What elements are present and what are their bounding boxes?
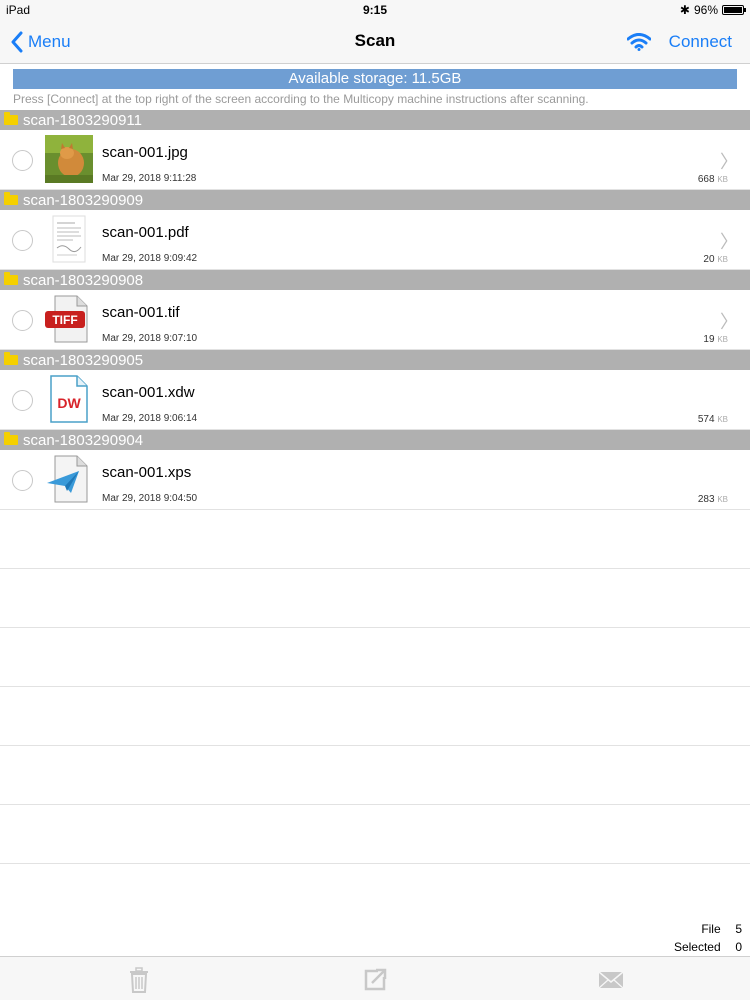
empty-row xyxy=(0,746,750,805)
selected-count-row: Selected 0 xyxy=(673,940,742,954)
select-radio[interactable] xyxy=(12,150,33,171)
select-radio[interactable] xyxy=(12,470,33,491)
wifi-icon xyxy=(626,33,651,51)
file-date: Mar 29, 2018 9:04:50 xyxy=(102,493,198,504)
empty-row xyxy=(0,569,750,628)
photo-thumbnail xyxy=(45,135,93,183)
select-radio[interactable] xyxy=(12,390,33,411)
navigation-bar: Menu Scan Connect xyxy=(0,20,750,64)
folder-icon xyxy=(4,192,18,205)
folder-header: scan-1803290904 xyxy=(0,430,750,450)
file-size: 283 KB xyxy=(697,494,728,505)
file-count-row: File 5 xyxy=(701,922,742,936)
bottom-toolbar xyxy=(0,956,750,1000)
connect-label: Connect xyxy=(668,32,732,51)
status-right: ✱ 96% xyxy=(679,3,746,17)
available-storage-bar: Available storage: 11.5GB xyxy=(13,69,737,89)
empty-row xyxy=(0,628,750,687)
file-counts: File 5 Selected 0 xyxy=(674,920,742,956)
chevron-right-icon[interactable]: 〉 xyxy=(720,148,738,174)
select-radio[interactable] xyxy=(12,310,33,331)
file-row[interactable]: scan-001.xps Mar 29, 2018 9:04:50 283 KB xyxy=(0,450,750,510)
xps-file-icon xyxy=(47,455,88,503)
select-radio[interactable] xyxy=(12,230,33,251)
folder-name: scan-1803290911 xyxy=(23,111,142,129)
folder-header: scan-1803290911 xyxy=(0,110,750,130)
file-size: 19 KB xyxy=(703,334,728,345)
pdf-thumbnail xyxy=(52,215,86,263)
file-name: scan-001.jpg xyxy=(102,144,188,161)
folder-icon xyxy=(4,432,18,445)
file-row[interactable]: DW scan-001.xdw Mar 29, 2018 9:06:14 574… xyxy=(0,370,750,430)
file-date: Mar 29, 2018 9:09:42 xyxy=(102,253,198,264)
mail-icon[interactable] xyxy=(598,967,624,993)
folder-icon xyxy=(4,272,18,285)
battery-percent: 96% xyxy=(693,3,718,17)
file-name: scan-001.xps xyxy=(102,464,192,481)
bluetooth-icon: ✱ xyxy=(679,3,690,17)
docuworks-file-icon: DW xyxy=(50,375,88,423)
tiff-badge-text: TIFF xyxy=(52,313,77,327)
empty-row xyxy=(0,510,750,569)
folder-name: scan-1803290909 xyxy=(23,191,144,209)
file-size: 668 KB xyxy=(697,174,728,185)
status-bar: iPad 9:15 ✱ 96% xyxy=(0,0,750,20)
file-size: 574 KB xyxy=(697,414,728,425)
folder-icon xyxy=(4,352,18,365)
file-date: Mar 29, 2018 9:06:14 xyxy=(102,413,198,424)
folder-header: scan-1803290908 xyxy=(0,270,750,290)
file-date: Mar 29, 2018 9:07:10 xyxy=(102,333,198,344)
file-size: 20 KB xyxy=(703,254,728,265)
battery-icon xyxy=(722,5,746,15)
share-icon[interactable] xyxy=(362,967,388,993)
folder-header: scan-1803290905 xyxy=(0,350,750,370)
file-row[interactable]: TIFF scan-001.tif Mar 29, 2018 9:07:10 1… xyxy=(0,290,750,350)
empty-row xyxy=(0,805,750,864)
file-date: Mar 29, 2018 9:11:28 xyxy=(102,173,197,184)
scan-file-list: scan-1803290911 scan-001.jpg Mar 29, 201… xyxy=(0,110,750,864)
file-row[interactable]: scan-001.jpg Mar 29, 2018 9:11:28 668 KB… xyxy=(0,130,750,190)
trash-icon[interactable] xyxy=(126,967,152,993)
folder-name: scan-1803290905 xyxy=(23,351,144,369)
file-name: scan-001.xdw xyxy=(102,384,195,401)
folder-name: scan-1803290904 xyxy=(23,431,144,449)
file-row[interactable]: scan-001.pdf Mar 29, 2018 9:09:42 20 KB … xyxy=(0,210,750,270)
clock: 9:15 xyxy=(362,3,388,17)
folder-name: scan-1803290908 xyxy=(23,271,144,289)
tiff-file-icon: TIFF xyxy=(45,295,88,343)
folder-icon xyxy=(4,112,18,125)
folder-header: scan-1803290909 xyxy=(0,190,750,210)
file-name: scan-001.tif xyxy=(102,304,180,321)
instructions-text: Press [Connect] at the top right of the … xyxy=(13,92,589,106)
chevron-right-icon[interactable]: 〉 xyxy=(720,228,738,254)
connect-button[interactable]: Connect xyxy=(626,28,732,56)
empty-row xyxy=(0,687,750,746)
chevron-right-icon[interactable]: 〉 xyxy=(720,308,738,334)
file-name: scan-001.pdf xyxy=(102,224,189,241)
dw-badge-text: DW xyxy=(57,395,81,411)
